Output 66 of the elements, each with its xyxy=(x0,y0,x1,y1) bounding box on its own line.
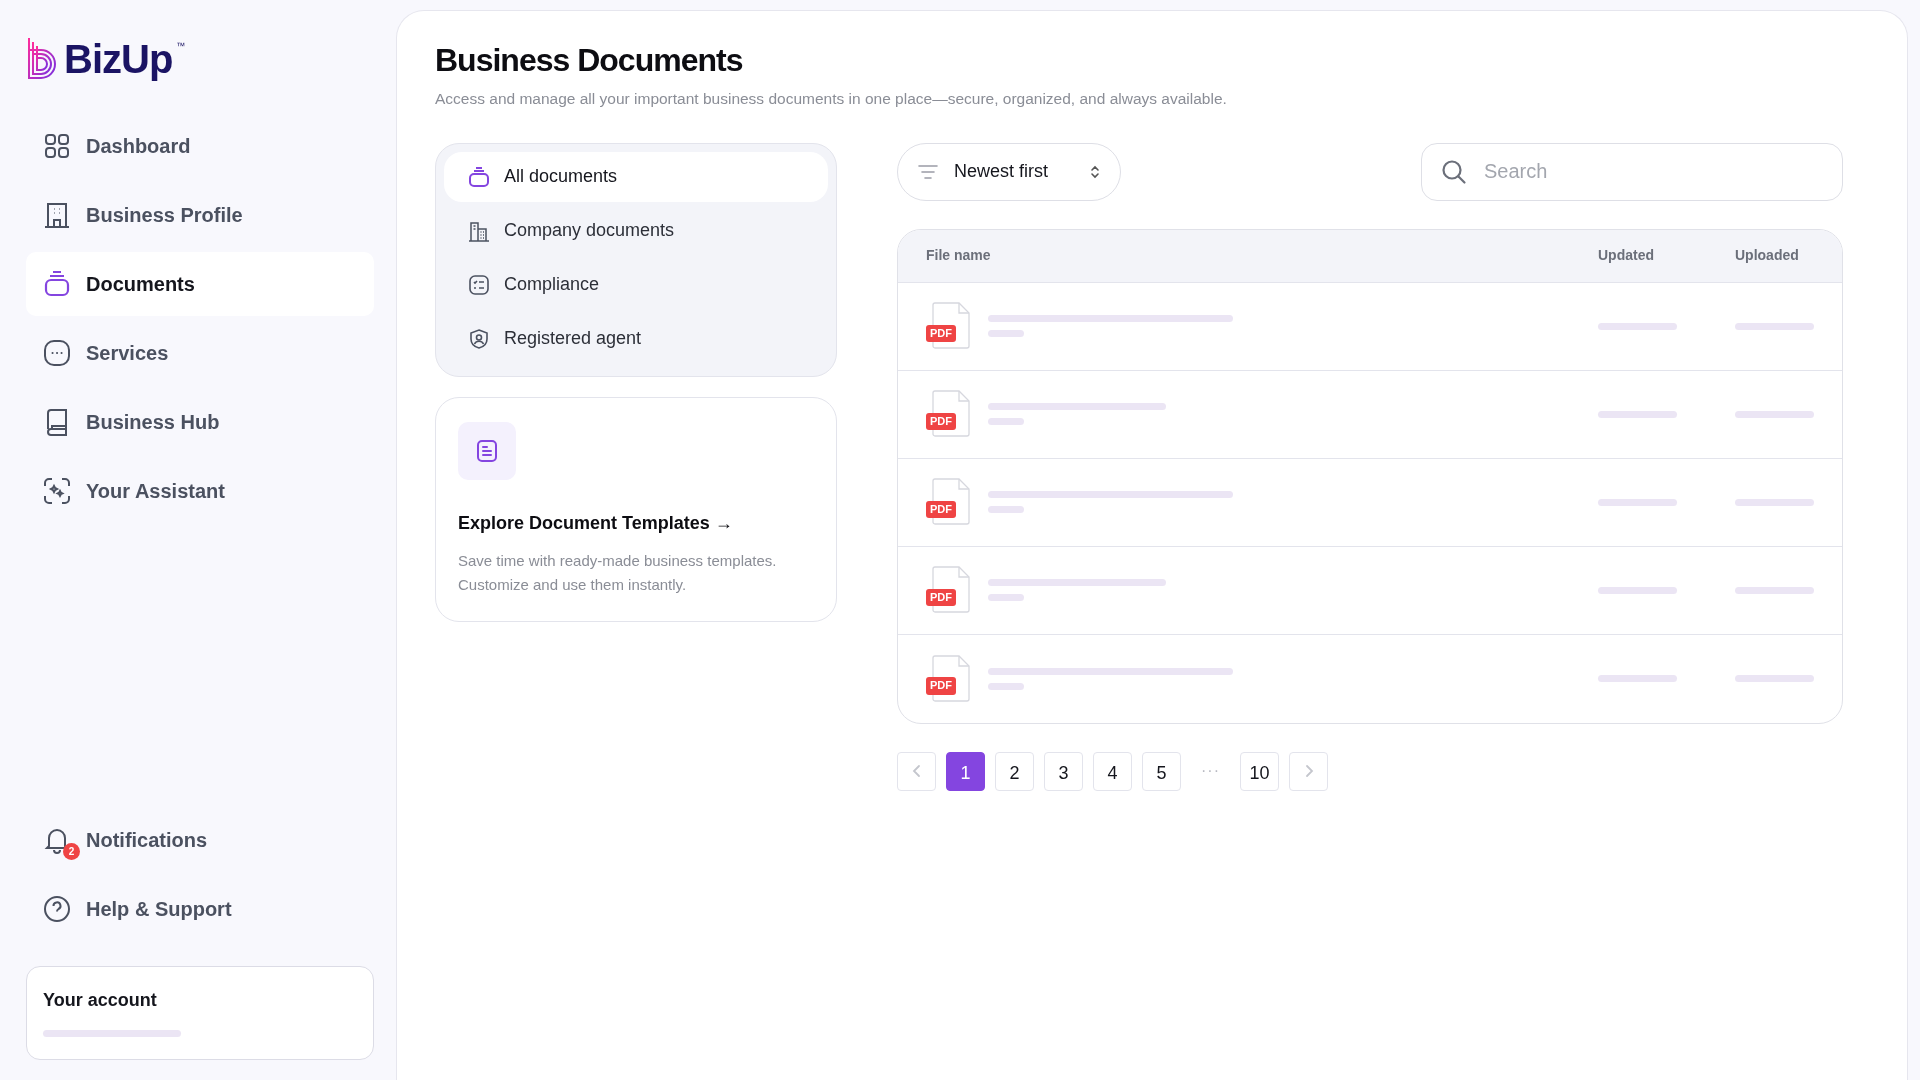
next-page-button[interactable] xyxy=(1289,751,1328,791)
grid-icon xyxy=(42,131,72,161)
category-item[interactable]: Company documents xyxy=(444,205,828,256)
category-item[interactable]: All documents xyxy=(444,151,828,202)
file-type-label: PDF xyxy=(926,677,956,695)
page-button[interactable]: 4 xyxy=(1093,751,1132,791)
checklist-icon xyxy=(468,273,490,296)
chevron-icon xyxy=(1090,164,1100,179)
template-description: Save time with ready-made business templates. Customize and use them instantly. xyxy=(458,550,778,595)
trademark-sign: ™ xyxy=(176,40,186,53)
logo-text: BizUp xyxy=(64,39,173,79)
sidebar-item[interactable]: 2 Notifications xyxy=(26,808,374,872)
page-button[interactable]: 5 xyxy=(1142,751,1181,791)
sort-dropdown[interactable]: Newest first xyxy=(897,142,1121,201)
page-button[interactable]: 1 xyxy=(946,751,985,791)
document-icon xyxy=(458,421,516,480)
filter-icon xyxy=(918,164,938,179)
building-icon xyxy=(42,200,72,230)
page-title: Business Documents xyxy=(435,41,744,80)
skeleton-bar xyxy=(988,418,1024,426)
templates-link[interactable]: Explore Document Templates → xyxy=(458,509,733,537)
account-title: Your account xyxy=(43,989,158,1012)
page-ellipsis: ··· xyxy=(1200,761,1221,782)
skeleton-bar xyxy=(988,594,1024,602)
sidebar-item[interactable]: Services xyxy=(26,321,374,385)
page-button[interactable]: 10 xyxy=(1240,751,1279,791)
chat-icon xyxy=(42,338,72,368)
skeleton-bar xyxy=(988,506,1024,514)
file-type-label: PDF xyxy=(926,500,956,519)
sparkle-icon xyxy=(42,476,72,506)
table-row[interactable]: PDF xyxy=(898,546,1842,635)
building-icon xyxy=(468,219,490,242)
page-button[interactable]: 2 xyxy=(995,751,1034,791)
table-row[interactable]: PDF xyxy=(898,282,1842,371)
previous-page-button[interactable] xyxy=(897,751,936,791)
sidebar-item[interactable]: Dashboard xyxy=(26,114,374,178)
category-item[interactable]: Compliance xyxy=(444,259,828,310)
stack-icon xyxy=(468,165,490,188)
table-row[interactable]: PDF xyxy=(898,370,1842,459)
file-type-label: PDF xyxy=(926,324,956,343)
column-header: Updated xyxy=(1598,246,1655,266)
sidebar-item[interactable]: Help & Support xyxy=(26,877,374,941)
stack-icon xyxy=(42,269,72,299)
file-type-label: PDF xyxy=(926,588,956,607)
page-button[interactable]: 3 xyxy=(1044,751,1083,791)
help-icon xyxy=(42,894,72,924)
notification-count: 2 xyxy=(63,843,80,860)
search-icon xyxy=(1441,158,1467,185)
chevron-right-icon xyxy=(1303,763,1314,780)
page-subtitle: Access and manage all your important business documents in one place—secure, organized, and always available. xyxy=(435,89,1228,110)
shield-user-icon xyxy=(468,327,490,350)
chevron-left-icon xyxy=(911,763,922,780)
category-item[interactable]: Registered agent xyxy=(444,313,828,364)
table-row[interactable]: PDF xyxy=(898,634,1842,723)
file-type-label: PDF xyxy=(926,412,956,431)
sidebar-item[interactable]: Your Assistant xyxy=(26,459,374,523)
skeleton-bar xyxy=(988,682,1024,690)
column-header: Uploaded xyxy=(1735,246,1800,266)
skeleton-bar xyxy=(988,330,1024,338)
table-row[interactable]: PDF xyxy=(898,458,1842,547)
search-field[interactable]: Search xyxy=(1421,142,1843,201)
column-header: File name xyxy=(926,246,992,266)
sidebar-item[interactable]: Business Hub xyxy=(26,390,374,454)
sidebar-item[interactable]: Business Profile xyxy=(26,183,374,247)
sidebar-item[interactable]: Documents xyxy=(26,252,374,316)
account-card[interactable]: Your account xyxy=(26,966,374,1060)
